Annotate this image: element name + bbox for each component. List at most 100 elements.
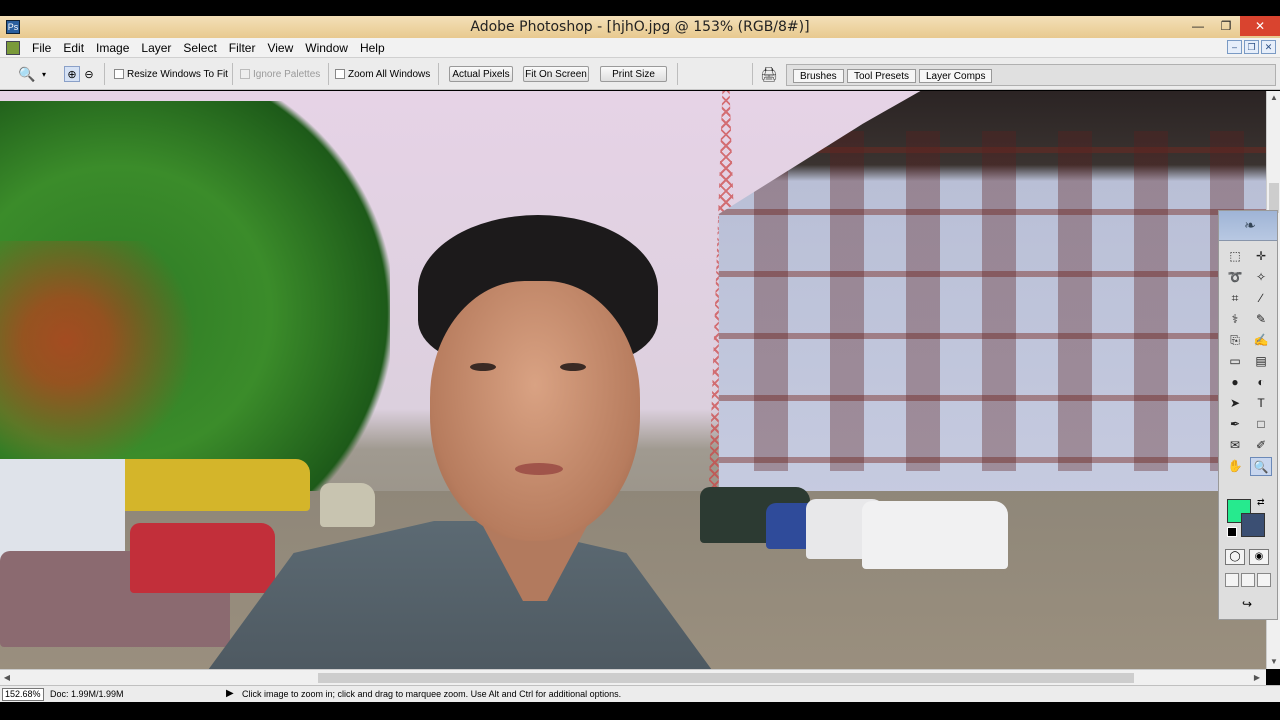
resize-windows-checkbox[interactable]: Resize Windows To Fit xyxy=(114,58,228,90)
status-menu-arrow-icon[interactable]: ▶ xyxy=(226,688,234,699)
feather-logo-icon: ❧ xyxy=(1244,217,1256,233)
zoom-icon[interactable]: 🔍 xyxy=(1250,457,1272,476)
swap-colors-icon[interactable]: ⇄ xyxy=(1257,497,1265,508)
divider xyxy=(438,63,439,85)
default-colors-icon[interactable] xyxy=(1227,527,1237,537)
document-canvas[interactable] xyxy=(0,91,1266,669)
zoom-out-icon[interactable]: ⊖ xyxy=(81,66,97,82)
divider xyxy=(677,63,678,85)
full-screen-menu-icon[interactable] xyxy=(1241,573,1255,587)
crop-icon[interactable]: ⌗ xyxy=(1224,289,1246,308)
checkbox-box[interactable] xyxy=(114,69,124,79)
scroll-down-icon[interactable]: ▼ xyxy=(1267,655,1280,669)
doc-minimize-button[interactable]: – xyxy=(1227,40,1242,54)
title-bar: Ps Adobe Photoshop - [hjhO.jpg @ 153% (R… xyxy=(0,16,1280,38)
checkbox-box[interactable] xyxy=(335,69,345,79)
full-screen-icon[interactable] xyxy=(1257,573,1271,587)
divider xyxy=(328,63,329,85)
print-size-button[interactable]: Print Size xyxy=(600,66,667,82)
photo-bus xyxy=(110,459,310,511)
eraser-icon[interactable]: ▭ xyxy=(1224,352,1246,371)
photo-person-face xyxy=(430,281,640,541)
photo-building xyxy=(718,91,1266,501)
tab-brushes[interactable]: Brushes xyxy=(793,69,844,83)
eyedropper-icon[interactable]: ✐ xyxy=(1250,436,1272,455)
notes-icon[interactable]: ✉ xyxy=(1224,436,1246,455)
photo-person-eye xyxy=(470,363,496,371)
hand-icon[interactable]: ✋ xyxy=(1224,457,1246,476)
scroll-left-icon[interactable]: ◀ xyxy=(0,670,14,686)
ignore-palettes-label: Ignore Palettes xyxy=(253,68,321,80)
slice-icon[interactable]: ∕ xyxy=(1250,289,1272,308)
standard-mode-icon[interactable]: ◯ xyxy=(1225,549,1245,565)
actual-pixels-button[interactable]: Actual Pixels xyxy=(449,66,513,82)
dodge-icon[interactable]: ◐ xyxy=(1250,373,1272,392)
jump-to-imageready-icon[interactable]: ↪ xyxy=(1225,597,1269,615)
document-icon[interactable] xyxy=(6,40,20,55)
zoom-level-field[interactable]: 152.68% xyxy=(2,688,44,701)
standard-screen-icon[interactable] xyxy=(1225,573,1239,587)
toolbox-header[interactable]: ❧ xyxy=(1219,211,1277,241)
menu-window[interactable]: Window xyxy=(299,41,354,55)
chevron-down-icon[interactable]: ▾ xyxy=(42,58,46,90)
history-brush-icon[interactable]: ✍ xyxy=(1250,331,1272,350)
brush-icon[interactable]: ✎ xyxy=(1250,310,1272,329)
tab-tool-presets[interactable]: Tool Presets xyxy=(847,69,917,83)
gradient-icon[interactable]: ▤ xyxy=(1250,352,1272,371)
background-color-swatch[interactable] xyxy=(1241,513,1265,537)
file-browser-icon[interactable]: 🖨 xyxy=(760,66,780,82)
fit-on-screen-button[interactable]: Fit On Screen xyxy=(523,66,589,82)
zoom-all-windows-checkbox[interactable]: Zoom All Windows xyxy=(335,58,430,90)
menu-image[interactable]: Image xyxy=(90,41,135,55)
minimize-button[interactable]: — xyxy=(1184,16,1212,36)
pen-icon[interactable]: ✒ xyxy=(1224,415,1246,434)
doc-restore-button[interactable]: ❐ xyxy=(1244,40,1259,54)
tool-grid: ⬚ ✛ ➰ ✧ ⌗ ∕ ⚕ ✎ ⎘ ✍ ▭ ▤ ● ◐ ➤ T ✒ □ ✉ ✐ ✋ 🔍 xyxy=(1224,247,1274,476)
ignore-palettes-checkbox: Ignore Palettes xyxy=(240,58,320,90)
zoom-tool-preset-icon[interactable]: 🔍 xyxy=(18,58,35,90)
vertical-scroll-thumb[interactable] xyxy=(1269,183,1279,213)
quick-mask-icon[interactable]: ◉ xyxy=(1249,549,1269,565)
divider xyxy=(232,63,233,85)
menu-file[interactable]: File xyxy=(26,41,57,55)
doc-close-button[interactable]: ✕ xyxy=(1261,40,1276,54)
menu-help[interactable]: Help xyxy=(354,41,391,55)
close-button[interactable]: ✕ xyxy=(1240,16,1280,36)
horizontal-scroll-thumb[interactable] xyxy=(318,673,1134,683)
menu-filter[interactable]: Filter xyxy=(223,41,262,55)
horizontal-scrollbar[interactable]: ◀ ▶ xyxy=(0,669,1266,685)
shape-icon[interactable]: □ xyxy=(1250,415,1272,434)
menu-edit[interactable]: Edit xyxy=(57,41,90,55)
document-window-controls: – ❐ ✕ xyxy=(1227,40,1276,54)
lasso-icon[interactable]: ➰ xyxy=(1224,268,1246,287)
mask-mode-row: ◯ ◉ xyxy=(1225,549,1269,565)
magic-wand-icon[interactable]: ✧ xyxy=(1250,268,1272,287)
type-icon[interactable]: T xyxy=(1250,394,1272,413)
photo-car xyxy=(320,483,375,527)
rectangular-marquee-icon[interactable]: ⬚ xyxy=(1224,247,1246,266)
window-controls: — ❐ ✕ xyxy=(1184,16,1280,38)
scroll-right-icon[interactable]: ▶ xyxy=(1250,670,1264,686)
blur-icon[interactable]: ● xyxy=(1224,373,1246,392)
move-icon[interactable]: ✛ xyxy=(1250,247,1272,266)
clone-stamp-icon[interactable]: ⎘ xyxy=(1224,331,1246,350)
healing-brush-icon[interactable]: ⚕ xyxy=(1224,310,1246,329)
photo-person-eye xyxy=(560,363,586,371)
tab-layer-comps[interactable]: Layer Comps xyxy=(919,69,993,83)
path-selection-icon[interactable]: ➤ xyxy=(1224,394,1246,413)
resize-windows-label: Resize Windows To Fit xyxy=(127,68,228,80)
maximize-button[interactable]: ❐ xyxy=(1212,16,1240,36)
divider xyxy=(104,63,105,85)
menu-layer[interactable]: Layer xyxy=(135,41,177,55)
photo-car xyxy=(130,523,275,593)
menu-select[interactable]: Select xyxy=(177,41,222,55)
status-hint: Click image to zoom in; click and drag t… xyxy=(242,689,622,699)
divider xyxy=(752,63,753,85)
menu-view[interactable]: View xyxy=(261,41,299,55)
scroll-up-icon[interactable]: ▲ xyxy=(1267,91,1280,105)
toolbox: ❧ ⬚ ✛ ➰ ✧ ⌗ ∕ ⚕ ✎ ⎘ ✍ ▭ ▤ ● ◐ ➤ T ✒ □ ✉ ✐ ✋ 🔍 ⇄ ◯ ◉ ↪ xyxy=(1218,210,1278,620)
zoom-in-icon[interactable]: ⊕ xyxy=(64,66,80,82)
status-bar: 152.68% Doc: 1.99M/1.99M ▶ Click image t… xyxy=(0,685,1280,702)
photoshop-app-icon[interactable]: Ps xyxy=(6,20,20,34)
photo-flowers xyxy=(0,241,220,491)
